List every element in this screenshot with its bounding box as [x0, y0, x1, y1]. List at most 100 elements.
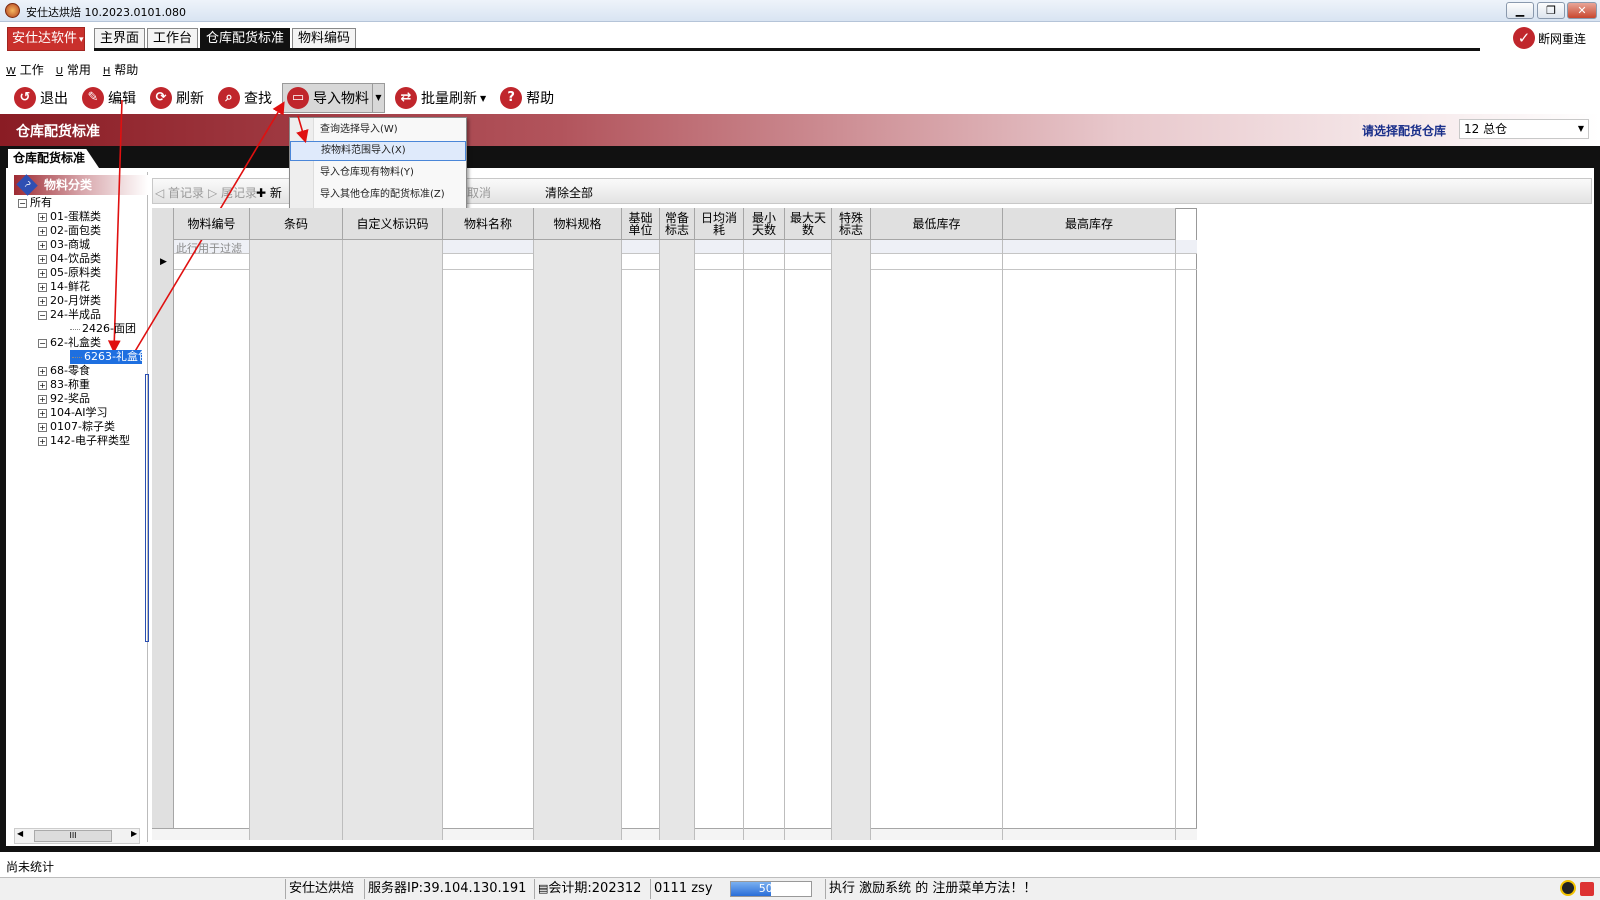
refresh-button[interactable]: ⟳ 刷新	[146, 83, 208, 113]
exit-icon: ↺	[14, 87, 36, 109]
collapse-icon[interactable]: −	[38, 338, 47, 348]
tree-root[interactable]: − 所有	[18, 196, 52, 210]
tab-workbench[interactable]: 工作台	[147, 28, 199, 50]
expand-icon[interactable]: +	[38, 380, 47, 390]
expand-icon[interactable]: +	[38, 394, 47, 404]
cancel-button[interactable]: 取消	[467, 184, 491, 201]
expand-icon[interactable]: +	[38, 226, 47, 236]
minimize-button[interactable]: ▁	[1506, 2, 1534, 19]
expand-icon[interactable]: +	[38, 254, 47, 264]
top-tab-strip: 主界面 工作台 仓库配货标准 物料编码	[94, 28, 358, 50]
clear-all-button[interactable]: 清除全部	[545, 184, 593, 201]
menu-item-import-existing[interactable]: 导入仓库现有物料(Y)	[290, 163, 466, 183]
grid-column	[343, 208, 443, 840]
close-window-button[interactable]: ✕	[1567, 2, 1597, 19]
column-header[interactable]: 基础单位	[622, 208, 660, 240]
tree-node-label: 02-面包类	[50, 224, 101, 237]
tree-node-label: 24-半成品	[50, 308, 101, 321]
tree-node[interactable]: 6263-礼盒包装	[70, 350, 142, 364]
search-button[interactable]: ⌕ 查找	[214, 83, 276, 113]
page-banner	[0, 114, 1600, 146]
grid-column	[174, 208, 250, 840]
tree-node[interactable]: +92-奖品	[38, 392, 90, 406]
column-header[interactable]: 最高库存	[1003, 208, 1176, 240]
tray-icon[interactable]	[1580, 882, 1594, 896]
column-header[interactable]: 条码	[250, 208, 343, 240]
expand-icon[interactable]: +	[38, 212, 47, 222]
import-material-button[interactable]: ▭ 导入物料 ▼	[282, 83, 385, 113]
page-title: 仓库配货标准	[16, 124, 100, 140]
folder-icon: ▭	[287, 87, 309, 109]
expand-icon[interactable]: +	[38, 422, 47, 432]
tab-material-code[interactable]: 物料编码	[292, 28, 357, 50]
expand-icon[interactable]: +	[38, 282, 47, 292]
tab-warehouse-standard[interactable]: 仓库配货标准	[200, 28, 291, 50]
tree-node-label: 03-商城	[50, 238, 90, 251]
column-header[interactable]: 物料名称	[443, 208, 534, 240]
tree-node[interactable]: +20-月饼类	[38, 294, 101, 308]
edit-button[interactable]: ✎ 编辑	[78, 83, 140, 113]
tree-node-label: 2426-面团	[82, 322, 136, 335]
tree-node[interactable]: +02-面包类	[38, 224, 101, 238]
tree-node[interactable]: −62-礼盒类	[38, 336, 101, 350]
column-header[interactable]: 最低库存	[871, 208, 1003, 240]
tree-node[interactable]: 2426-面团	[70, 322, 136, 336]
page-tab-warehouse-standard[interactable]: 仓库配货标准	[8, 149, 100, 168]
window-title: 安仕达烘焙 10.2023.0101.080	[26, 6, 186, 19]
tree-node[interactable]: −24-半成品	[38, 308, 101, 322]
tree-node[interactable]: +0107-粽子类	[38, 420, 115, 434]
brand-menu-button[interactable]: 安仕达软件 ▾	[7, 27, 85, 51]
check-icon: ✓	[1513, 27, 1535, 49]
column-header[interactable]: 物料规格	[534, 208, 622, 240]
menu-item-import-other-standard[interactable]: 导入其他仓库的配货标准(Z)	[290, 185, 466, 205]
scroll-left-icon[interactable]: ◀	[17, 829, 23, 838]
column-header[interactable]: 常备标志	[660, 208, 695, 240]
qq-tray-icon[interactable]	[1560, 880, 1576, 896]
column-header[interactable]: 物料编号	[174, 208, 250, 240]
column-header[interactable]: 特殊标志	[832, 208, 871, 240]
menu-work[interactable]: W 工作	[6, 61, 44, 78]
new-record-button[interactable]: ✚ 新	[256, 184, 282, 201]
help-button[interactable]: ? 帮助	[496, 83, 558, 113]
tree-node[interactable]: +05-原料类	[38, 266, 101, 280]
column-header[interactable]: 自定义标识码	[343, 208, 443, 240]
tree-node[interactable]: +142-电子秤类型	[38, 434, 130, 448]
menu-help[interactable]: H 帮助	[103, 61, 138, 78]
expand-icon[interactable]: +	[38, 408, 47, 418]
menu-common[interactable]: U 常用	[56, 61, 91, 78]
column-header[interactable]: 日均消耗	[695, 208, 744, 240]
expand-icon[interactable]: +	[38, 436, 47, 446]
restore-button[interactable]: ❐	[1537, 2, 1565, 19]
tree-node[interactable]: +01-蛋糕类	[38, 210, 101, 224]
collapse-icon[interactable]: −	[18, 198, 27, 208]
panel-splitter[interactable]	[145, 374, 149, 642]
column-header[interactable]: 最小天数	[744, 208, 785, 240]
progress-text: 50%	[758, 882, 784, 895]
tree-node[interactable]: +14-鲜花	[38, 280, 90, 294]
tree-node[interactable]: +04-饮品类	[38, 252, 101, 266]
tree-connector	[70, 328, 80, 330]
tree-node[interactable]: +83-称重	[38, 378, 90, 392]
warehouse-select[interactable]: 12 总仓 ▼	[1459, 119, 1589, 139]
chevron-down-icon[interactable]: ▼	[372, 84, 384, 112]
scroll-right-icon[interactable]: ▶	[131, 829, 137, 838]
tab-main[interactable]: 主界面	[94, 28, 146, 50]
tree-node[interactable]: +68-零食	[38, 364, 90, 378]
menu-item-range-import[interactable]: 按物料范围导入(X)	[290, 141, 466, 161]
tree-node[interactable]: +104-AI学习	[38, 406, 108, 420]
expand-icon[interactable]: +	[38, 296, 47, 306]
status-server: 服务器IP:39.104.130.191	[364, 879, 526, 899]
tree-node[interactable]: +03-商城	[38, 238, 90, 252]
batch-refresh-button[interactable]: ⇄ 批量刷新 ▼	[391, 83, 490, 113]
first-record-button[interactable]: ◁ 首记录	[155, 184, 204, 201]
expand-icon[interactable]: +	[38, 268, 47, 278]
expand-icon[interactable]: +	[38, 240, 47, 250]
column-header[interactable]: 最大天数	[785, 208, 832, 240]
collapse-icon[interactable]: −	[38, 310, 47, 320]
expand-icon[interactable]: +	[38, 366, 47, 376]
reconnect-button[interactable]: ✓ 断网重连	[1513, 25, 1586, 51]
last-record-button[interactable]: ▷ 尾记录	[208, 184, 257, 201]
menu-item-query-import[interactable]: 查询选择导入(W)	[290, 120, 466, 140]
exit-button[interactable]: ↺ 退出	[10, 83, 72, 113]
scroll-thumb[interactable]: III	[34, 830, 112, 842]
